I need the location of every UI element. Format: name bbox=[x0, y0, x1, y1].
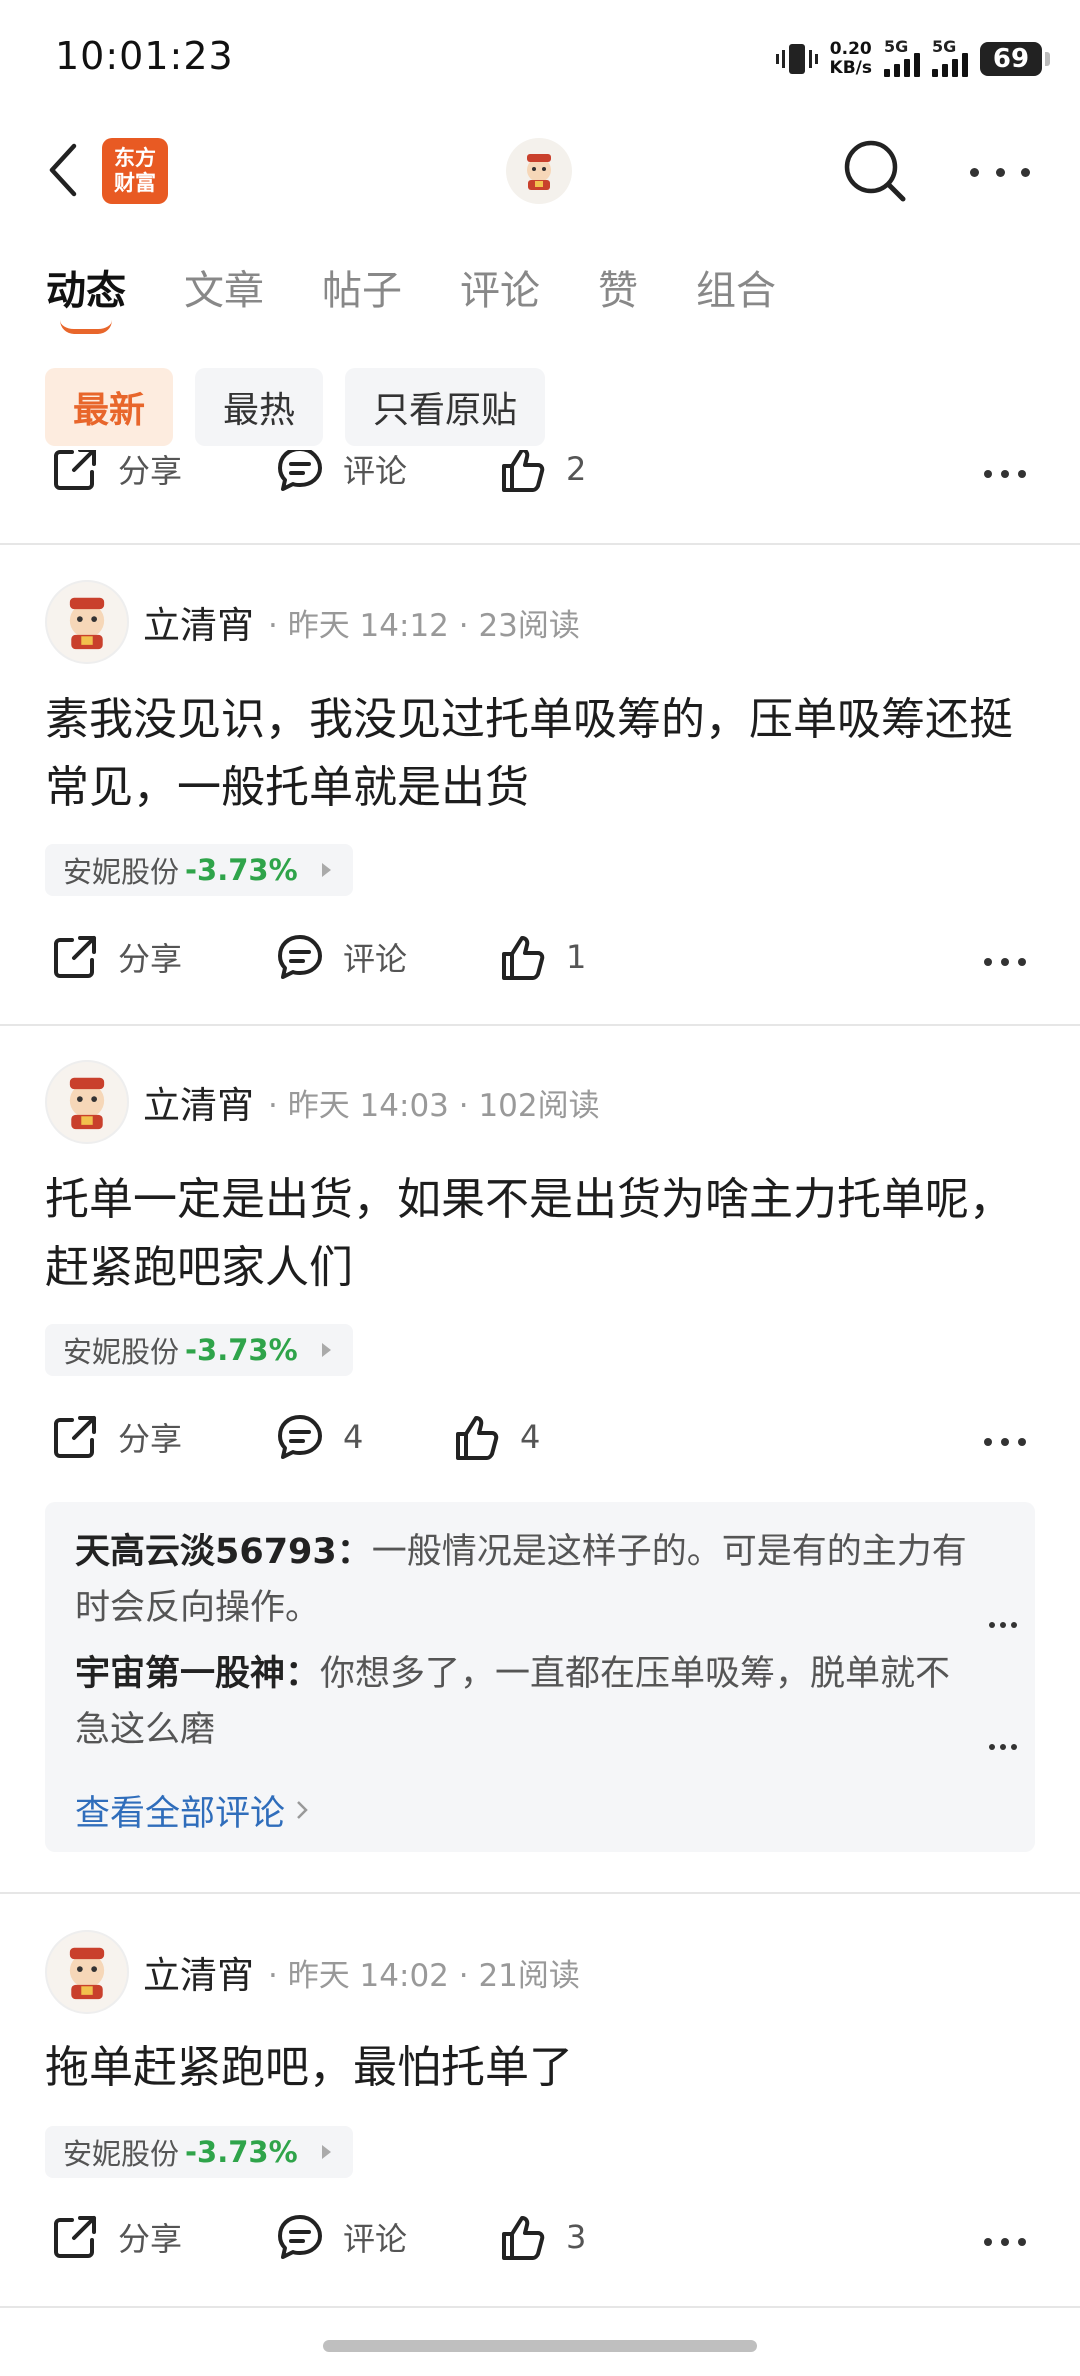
like-button[interactable]: 3 bbox=[498, 2212, 586, 2262]
like-button[interactable]: 4 bbox=[452, 1412, 540, 1462]
author-avatar[interactable] bbox=[45, 1930, 129, 2014]
stock-tag[interactable]: 安妮股份 -3.73% bbox=[45, 2126, 353, 2178]
post-more-icon[interactable] bbox=[984, 2238, 1026, 2246]
search-icon[interactable] bbox=[842, 138, 908, 204]
share-icon bbox=[54, 1416, 96, 1458]
comment-icon bbox=[278, 2215, 322, 2259]
filter-latest[interactable]: 最新 bbox=[45, 368, 174, 446]
share-icon bbox=[54, 450, 96, 490]
comment-item[interactable]: 天高云淡56793：一般情况是这样子的。可是有的主力有时会反向操作。 bbox=[75, 1524, 1017, 1636]
triangle-right-icon bbox=[321, 863, 331, 877]
avatar-icon bbox=[527, 154, 551, 190]
tab-posts[interactable]: 帖子 bbox=[322, 258, 402, 318]
comment-more-icon[interactable] bbox=[989, 1744, 1017, 1750]
post-text[interactable]: 素我没见识，我没见过托单吸筹的，压单吸筹还挺常见，一般托单就是出货 bbox=[45, 686, 1035, 822]
post-more-icon[interactable] bbox=[984, 470, 1026, 478]
divider bbox=[0, 1892, 1080, 1894]
stock-change: -3.73% bbox=[185, 1333, 298, 1367]
author-avatar[interactable] bbox=[45, 1060, 129, 1144]
view-all-comments-link[interactable]: 查看全部评论 bbox=[75, 1768, 1005, 1852]
status-time: 10:01:23 bbox=[55, 34, 234, 78]
post-more-icon[interactable] bbox=[984, 1438, 1026, 1446]
user-avatar[interactable] bbox=[506, 138, 572, 204]
post-text[interactable]: 拖单赶紧跑吧，最怕托单了 bbox=[45, 2034, 1035, 2102]
partial-post-actions: 分享 评论 2 bbox=[0, 450, 1080, 500]
post-actions: 分享 4 4 bbox=[0, 1412, 1080, 1472]
status-icons: 0.20 KB/s 5G 5G 69 bbox=[775, 36, 1050, 82]
author-name[interactable]: 立清宵 bbox=[143, 1945, 254, 1999]
author-name[interactable]: 立清宵 bbox=[143, 1075, 254, 1129]
stock-change: -3.73% bbox=[185, 2135, 298, 2169]
thumbs-up-icon bbox=[502, 936, 545, 980]
author-avatar[interactable] bbox=[45, 580, 129, 664]
comment-more-icon[interactable] bbox=[989, 1622, 1017, 1628]
triangle-right-icon bbox=[321, 2145, 331, 2159]
profile-tabs: 动态 文章 帖子 评论 赞 组合 bbox=[46, 258, 834, 334]
comment-icon bbox=[278, 450, 322, 491]
post-more-icon[interactable] bbox=[984, 958, 1026, 966]
more-menu-icon[interactable] bbox=[970, 150, 1030, 194]
post-meta: · 昨天 14:12 · 23阅读 bbox=[268, 607, 580, 644]
status-bar: 10:01:23 0.20 KB/s 5G 5G 69 bbox=[0, 0, 1080, 120]
network-speed: 0.20 KB/s bbox=[829, 39, 872, 78]
vibrate-icon bbox=[775, 44, 818, 74]
post-text[interactable]: 托单一定是出货，如果不是出货为啥主力托单呢，赶紧跑吧家人们 bbox=[45, 1166, 1035, 1302]
comment-button[interactable]: 评论 bbox=[275, 2212, 407, 2262]
triangle-right-icon bbox=[321, 1343, 331, 1357]
signal-sim2-icon: 5G bbox=[932, 37, 968, 77]
share-icon bbox=[54, 2216, 96, 2258]
share-button[interactable]: 分享 bbox=[50, 932, 182, 982]
thumbs-up-icon bbox=[456, 1416, 499, 1460]
comment-icon bbox=[278, 1415, 322, 1459]
share-button[interactable]: 分享 bbox=[50, 1412, 182, 1462]
stock-tag[interactable]: 安妮股份 -3.73% bbox=[45, 1324, 353, 1376]
tab-dynamics[interactable]: 动态 bbox=[46, 258, 126, 334]
post-actions: 分享 评论 1 bbox=[0, 932, 1080, 992]
top-nav: 东方 财富 bbox=[0, 120, 1080, 220]
avatar-icon bbox=[69, 1077, 105, 1130]
like-button[interactable]: 2 bbox=[498, 450, 586, 494]
back-arrow-icon[interactable] bbox=[44, 142, 84, 198]
comment-item[interactable]: 宇宙第一股神：你想多了，一直都在压单吸筹，脱单就不急这么磨 bbox=[75, 1646, 1017, 1758]
tab-portfolio[interactable]: 组合 bbox=[696, 258, 776, 318]
post-meta: · 昨天 14:02 · 21阅读 bbox=[268, 1957, 580, 1994]
post-header: 立清宵 · 昨天 14:12 · 23阅读 bbox=[45, 580, 580, 664]
comment-user[interactable]: 宇宙第一股神： bbox=[75, 1654, 320, 1694]
share-button[interactable]: 分享 bbox=[50, 2212, 182, 2262]
comment-button[interactable]: 评论 bbox=[275, 932, 407, 982]
thumbs-up-icon bbox=[502, 2216, 545, 2260]
comment-button[interactable]: 评论 bbox=[275, 450, 407, 494]
comment-preview: 天高云淡56793：一般情况是这样子的。可是有的主力有时会反向操作。 宇宙第一股… bbox=[45, 1502, 1035, 1852]
stock-change: -3.73% bbox=[185, 853, 298, 887]
tab-comments[interactable]: 评论 bbox=[460, 258, 540, 318]
tab-likes[interactable]: 赞 bbox=[598, 258, 638, 318]
tab-articles[interactable]: 文章 bbox=[184, 258, 264, 318]
divider bbox=[0, 2306, 1080, 2308]
post-header: 立清宵 · 昨天 14:03 · 102阅读 bbox=[45, 1060, 600, 1144]
post-actions: 分享 评论 3 bbox=[0, 2212, 1080, 2272]
app-logo[interactable]: 东方 财富 bbox=[102, 138, 168, 204]
signal-sim1-icon: 5G bbox=[884, 37, 920, 77]
filter-chips: 最新 最热 只看原贴 bbox=[45, 368, 546, 446]
share-icon bbox=[54, 936, 96, 978]
share-button[interactable]: 分享 bbox=[50, 450, 182, 494]
chevron-right-icon bbox=[297, 1801, 308, 1819]
comment-icon bbox=[278, 935, 322, 979]
post-meta: · 昨天 14:03 · 102阅读 bbox=[268, 1087, 600, 1124]
filter-hottest[interactable]: 最热 bbox=[195, 368, 324, 446]
filter-original-only[interactable]: 只看原贴 bbox=[345, 368, 546, 446]
avatar-icon bbox=[69, 597, 105, 650]
comment-user[interactable]: 天高云淡56793： bbox=[75, 1532, 372, 1572]
comment-button[interactable]: 4 bbox=[275, 1412, 363, 1462]
home-indicator[interactable] bbox=[323, 2340, 757, 2352]
post-header: 立清宵 · 昨天 14:02 · 21阅读 bbox=[45, 1930, 580, 2014]
divider bbox=[0, 543, 1080, 545]
divider bbox=[0, 1024, 1080, 1026]
battery-icon: 69 bbox=[980, 42, 1050, 76]
like-button[interactable]: 1 bbox=[498, 932, 586, 982]
thumbs-up-icon bbox=[502, 450, 545, 492]
avatar-icon bbox=[69, 1947, 105, 2000]
stock-tag[interactable]: 安妮股份 -3.73% bbox=[45, 844, 353, 896]
author-name[interactable]: 立清宵 bbox=[143, 595, 254, 649]
